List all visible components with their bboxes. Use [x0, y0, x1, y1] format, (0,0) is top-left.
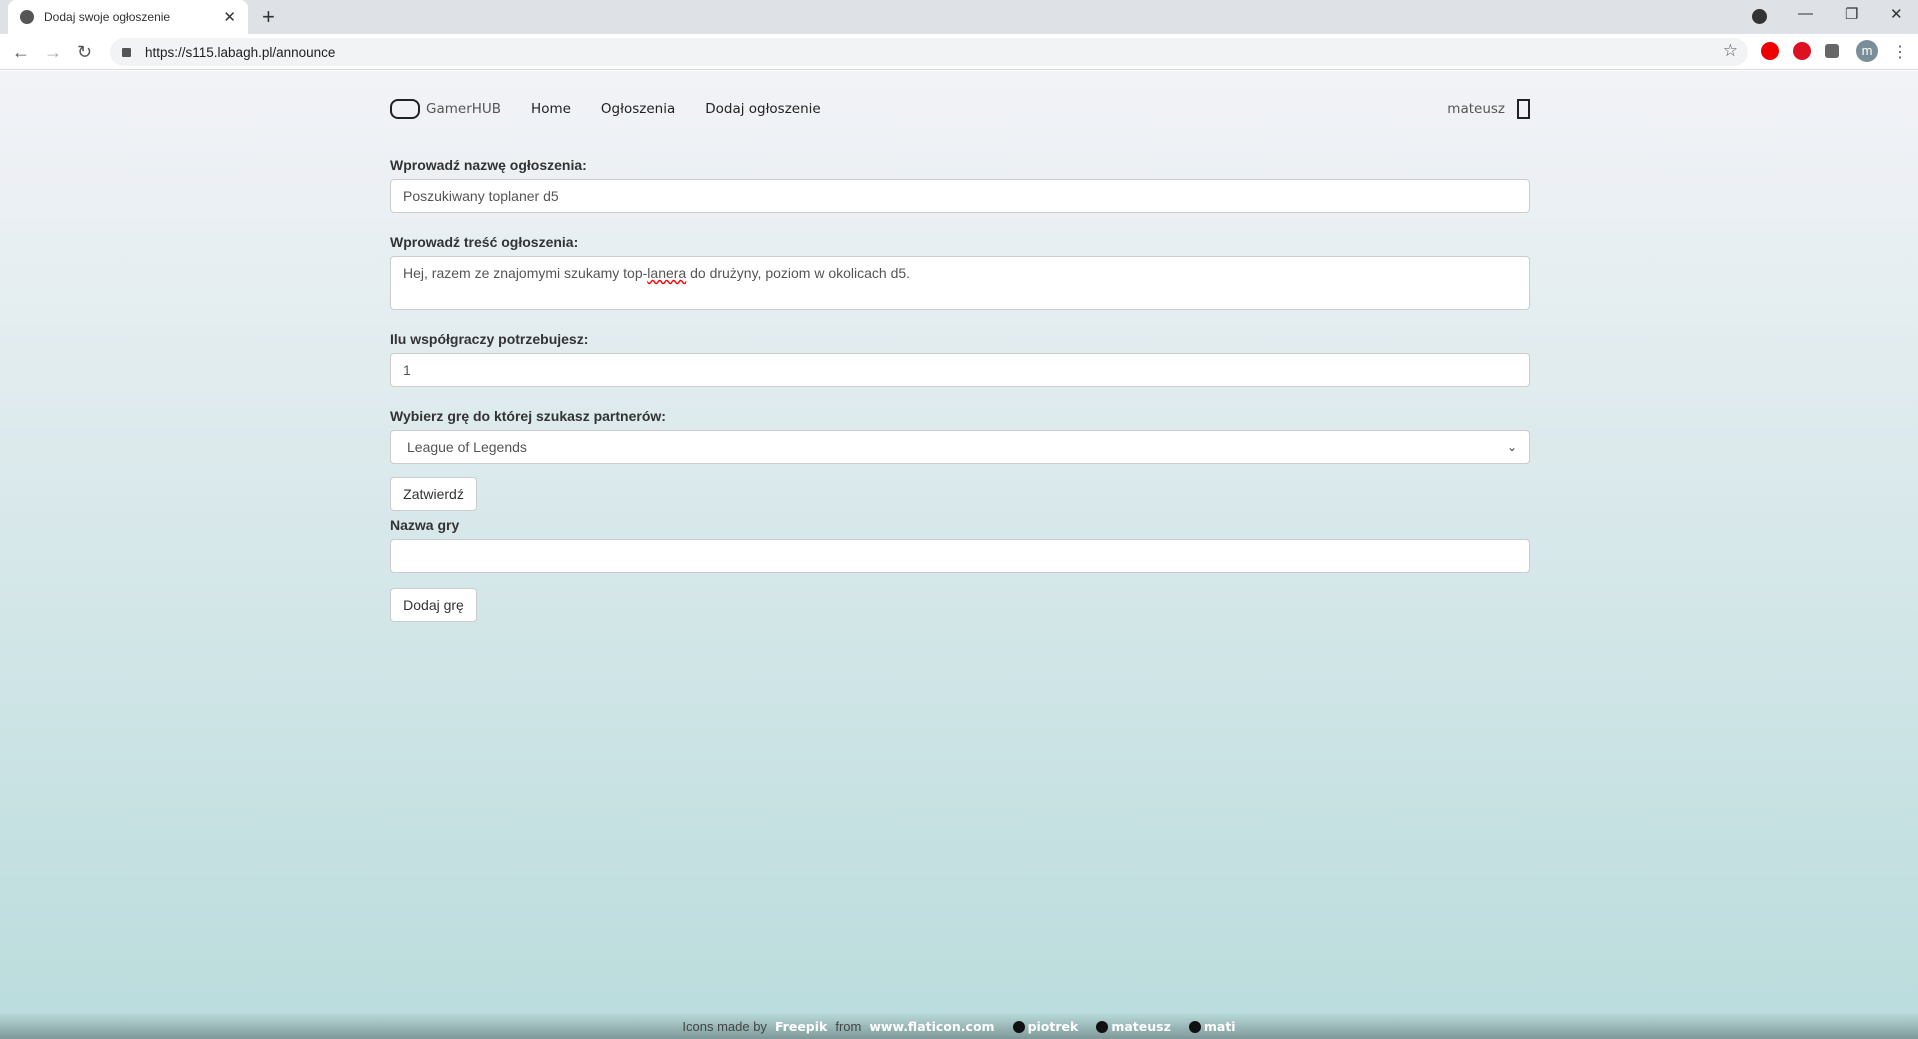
brand-name: GamerHUB [426, 101, 502, 117]
nav-announcements[interactable]: Ogłoszenia [601, 101, 675, 117]
players-label: Ilu współgraczy potrzebujesz: [390, 331, 589, 347]
logout-door-icon[interactable] [1517, 99, 1530, 119]
content-text: Hej, razem ze znajomymi szukamy top- [403, 265, 648, 281]
globe-icon [20, 10, 34, 24]
lock-icon [122, 47, 131, 57]
game-name-label: Nazwa gry [390, 517, 460, 533]
close-window-button[interactable]: ✕ [1890, 5, 1903, 23]
new-tab-button[interactable]: + [262, 4, 275, 30]
game-label: Wybierz grę do której szukasz partnerów: [390, 408, 666, 424]
extensions-puzzle-icon[interactable] [1825, 44, 1839, 58]
url-input[interactable]: https://s115.labagh.pl/announce ☆ [110, 38, 1748, 66]
title-label: Wprowadź nazwę ogłoszenia: [390, 157, 587, 173]
misspelled-word: lanera [647, 265, 687, 281]
footer-text: Icons made by [682, 1018, 767, 1034]
username: mateusz [1447, 101, 1505, 117]
announcement-form: Wprowadź nazwę ogłoszenia: Poszukiwany t… [390, 157, 1530, 622]
footer: Icons made by Freepik from www.flaticon.… [0, 1013, 1918, 1039]
bookmark-star-icon[interactable]: ☆ [1723, 41, 1738, 61]
site-navbar: GamerHUB Home Ogłoszenia Dodaj ogłoszeni… [390, 99, 1530, 119]
flaticon-link[interactable]: www.flaticon.com [869, 1019, 994, 1034]
forward-icon[interactable]: → [44, 42, 62, 63]
github-link-piotrek[interactable]: piotrek [1003, 1018, 1079, 1034]
github-user: mateusz [1111, 1018, 1171, 1034]
github-link-mati[interactable]: mati [1179, 1019, 1236, 1034]
github-icon [1012, 1021, 1025, 1033]
content-textarea[interactable]: Hej, razem ze znajomymi szukamy top-lane… [390, 256, 1530, 310]
github-icon [1188, 1021, 1201, 1033]
url-text: https://s115.labagh.pl/announce [145, 44, 336, 60]
browser-tab[interactable]: Dodaj swoje ogłoszenie ✕ [8, 0, 248, 34]
profile-avatar[interactable]: m [1856, 40, 1878, 62]
tab-search-icon[interactable] [1752, 9, 1767, 24]
minimize-button[interactable]: — [1798, 5, 1813, 22]
back-icon[interactable]: ← [12, 42, 30, 63]
game-name-input[interactable] [390, 539, 1530, 573]
content-text: do drużyny, poziom w okolicach d5. [686, 265, 911, 281]
github-link-mateusz[interactable]: mateusz [1086, 1019, 1171, 1034]
freepik-link[interactable]: Freepik [775, 1019, 827, 1034]
user-menu[interactable]: mateusz [1447, 99, 1530, 119]
game-selected: League of Legends [407, 439, 527, 455]
add-game-button[interactable]: Dodaj grę [390, 588, 477, 622]
restore-button[interactable]: ❐ [1845, 5, 1858, 23]
github-user: piotrek [1027, 1018, 1079, 1034]
chevron-down-icon: ⌄ [1506, 440, 1517, 454]
nav-home[interactable]: Home [531, 101, 571, 117]
game-select[interactable]: League of Legends ⌄ [390, 430, 1530, 464]
github-icon [1096, 1021, 1109, 1033]
gamepad-icon [390, 99, 420, 119]
tab-title: Dodaj swoje ogłoszenie [44, 10, 171, 24]
adblock-extension-icon[interactable] [1761, 42, 1779, 60]
title-input[interactable]: Poszukiwany toplaner d5 [390, 179, 1530, 213]
page: GamerHUB Home Ogłoszenia Dodaj ogłoszeni… [0, 71, 1918, 1039]
brand-link[interactable]: GamerHUB [390, 99, 501, 119]
menu-kebab-icon[interactable]: ⋮ [1892, 42, 1908, 62]
submit-button[interactable]: Zatwierdź [390, 477, 477, 511]
github-user: mati [1203, 1018, 1236, 1034]
address-bar: ← → ↻ https://s115.labagh.pl/announce ☆ … [0, 34, 1918, 70]
tab-bar: Dodaj swoje ogłoszenie ✕ + — ❐ ✕ [0, 0, 1918, 34]
players-input[interactable]: 1 [390, 353, 1530, 387]
footer-text: from [835, 1018, 862, 1034]
nav-add-announcement[interactable]: Dodaj ogłoszenie [705, 101, 821, 117]
close-tab-icon[interactable]: ✕ [223, 8, 236, 26]
mega-extension-icon[interactable] [1793, 42, 1811, 60]
reload-icon[interactable]: ↻ [77, 42, 92, 63]
content-label: Wprowadź treść ogłoszenia: [390, 234, 579, 250]
